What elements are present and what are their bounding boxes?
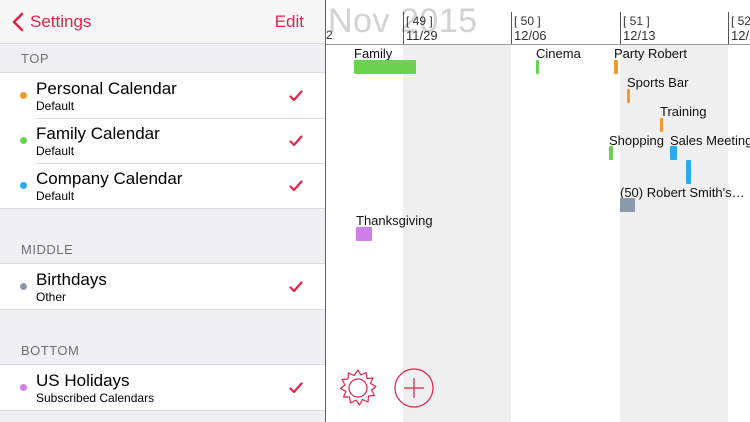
event-bar-thanksgiving[interactable] [356,227,372,241]
event-label: (50) Robert Smith's… [620,185,745,200]
event-label: Party Robert [614,46,687,61]
section-header-middle: MIDDLE [21,242,74,257]
week-tick [511,12,512,44]
nav-bar: Settings Edit [0,0,325,44]
event-label: Training [660,104,707,119]
week-tick [728,12,729,44]
plus-circle-icon [394,368,434,412]
week-date: 11/29 [406,28,438,43]
calendar-group-top: Personal Calendar Default Family Calenda… [0,72,325,209]
event-bar-party-robert[interactable] [614,60,618,74]
calendar-row-personal[interactable]: Personal Calendar Default [0,73,325,118]
calendar-subtitle: Default [36,144,75,158]
calendar-group-middle: Birthdays Other [0,263,325,310]
calendar-title: Family Calendar [36,124,160,143]
event-bar-sports-bar[interactable] [627,89,630,103]
edit-button[interactable]: Edit [275,12,304,32]
calendar-title: Company Calendar [36,169,183,188]
week-date: 12/06 [514,28,547,43]
event-label: Sports Bar [627,75,689,90]
calendar-subtitle: Subscribed Calendars [36,391,155,405]
calendar-row-birthdays[interactable]: Birthdays Other [0,264,325,309]
calendar-color-dot [20,283,27,290]
calendar-subtitle: Default [36,189,75,203]
settings-panel: Settings Edit TOP Personal Calendar Defa… [0,0,325,422]
calendar-group-bottom: US Holidays Subscribed Calendars [0,364,325,411]
calendar-subtitle: Default [36,99,75,113]
settings-button[interactable] [338,368,378,408]
calendar-color-dot [20,182,27,189]
timeline-view[interactable]: Nov 2015 2 [ 49 ] 11/29 [ 50 ] 12/06 [ 5… [326,0,750,422]
checkmark-icon [289,381,303,399]
week-number: [ 52 [731,14,750,28]
week-number: [ 49 ] [406,14,433,28]
checkmark-icon [289,89,303,107]
calendar-row-family[interactable]: Family Calendar Default [0,118,325,163]
checkmark-icon [289,179,303,197]
week-shade-49 [403,44,511,422]
week-number: [ 51 ] [623,14,650,28]
event-bar-shopping[interactable] [609,146,613,160]
event-label: Family [354,46,393,61]
calendar-subtitle: Other [36,290,67,304]
app-root: Settings Edit TOP Personal Calendar Defa… [0,0,750,422]
event-label: Thanksgiving [356,213,433,228]
back-button[interactable]: Settings [12,10,91,34]
chevron-left-icon [12,12,24,32]
partial-date-label: 2 [326,28,333,42]
checkmark-icon [289,134,303,152]
timeline-header-line [326,44,750,45]
calendar-title: Birthdays [36,270,107,289]
calendar-row-us-holidays[interactable]: US Holidays Subscribed Calendars [0,365,325,410]
week-tick [620,12,621,44]
week-tick [403,12,404,44]
section-header-top: TOP [21,51,49,66]
add-event-button[interactable] [394,368,434,408]
event-bar-unlabeled[interactable] [686,160,691,184]
gear-icon [338,369,378,412]
week-number: [ 50 ] [514,14,541,28]
calendar-row-company[interactable]: Company Calendar Default [0,163,325,208]
event-bar-cinema[interactable] [536,60,539,74]
section-header-bottom: BOTTOM [21,343,80,358]
event-label: Shopping [609,133,664,148]
event-label: Cinema [536,46,581,61]
back-button-label: Settings [30,12,92,31]
checkmark-icon [289,280,303,298]
week-date: 12/2 [731,28,750,43]
event-label: Sales Meeting [670,133,750,148]
calendar-color-dot [20,92,27,99]
event-bar-sales-meeting[interactable] [670,146,677,160]
calendar-color-dot [20,384,27,391]
calendar-title: Personal Calendar [36,79,177,98]
event-bar-training[interactable] [660,118,663,132]
week-shade-51 [620,44,728,422]
calendar-color-dot [20,137,27,144]
event-bar-family[interactable] [354,60,416,74]
week-date: 12/13 [623,28,656,43]
calendar-title: US Holidays [36,371,130,390]
event-bar-robert-smith-birthday[interactable] [620,198,635,212]
